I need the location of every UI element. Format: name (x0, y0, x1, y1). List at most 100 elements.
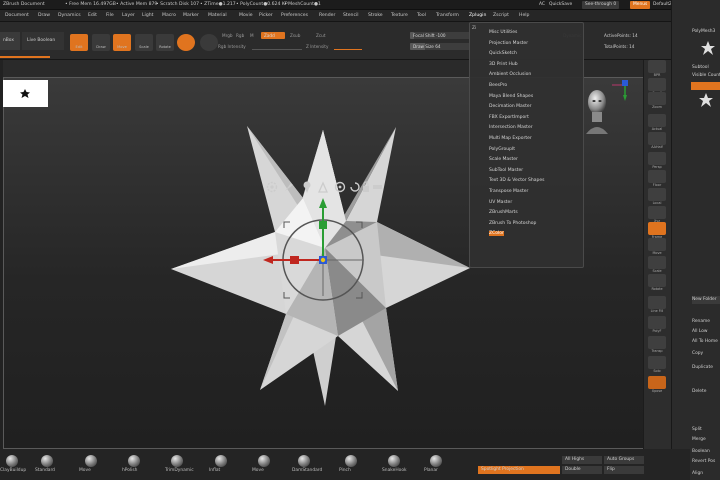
axis-gyro-icon[interactable] (592, 77, 632, 107)
menu-zplugin[interactable]: Zplugin (469, 13, 486, 18)
subtool-header[interactable]: Subtool (692, 64, 709, 72)
brush-move-label[interactable]: Move (79, 468, 91, 473)
tray-align-button[interactable]: Align (692, 470, 703, 478)
shelf-transp-button[interactable] (648, 336, 666, 349)
tray-star-icon[interactable] (700, 40, 716, 56)
brush-inflat-label[interactable]: Inflat (209, 468, 220, 473)
menu-preferences[interactable]: Preferences (281, 13, 308, 18)
menu-file[interactable]: File (106, 13, 114, 18)
shelf-floor-button[interactable] (648, 170, 666, 183)
menu-texture[interactable]: Texture (391, 13, 408, 18)
menu-light[interactable]: Light (142, 13, 153, 18)
brush-trimdynamic-label[interactable]: TrimDynamic (165, 468, 194, 473)
shelf-move-button[interactable] (648, 238, 666, 251)
tray-split-button[interactable]: Split (692, 426, 702, 434)
shelf-scroll-button[interactable] (648, 78, 666, 91)
brush-snakehook-icon[interactable] (388, 455, 400, 467)
tray-all-to-home-button[interactable]: All To Home (692, 338, 718, 346)
menus-button[interactable]: Menus (630, 1, 651, 9)
zplugin-item-polygroupit[interactable]: PolyGroupIt (489, 147, 515, 152)
brush-claybuildup-label[interactable]: ClayBuildup (0, 468, 26, 473)
menu-draw[interactable]: Draw (38, 13, 50, 18)
menu-zscript[interactable]: Zscript (493, 13, 509, 18)
brush-pinch-icon[interactable] (345, 455, 357, 467)
zadd-button[interactable]: Zadd (261, 32, 285, 39)
see-through-slider[interactable]: See-through 0 (582, 1, 620, 9)
brush-hpolish-icon[interactable] (128, 455, 140, 467)
rgb-intensity-slider[interactable]: Rgb Intensity (218, 44, 246, 49)
brush-inflat-icon[interactable] (215, 455, 227, 467)
new-folder-button[interactable]: New Folder (692, 296, 720, 304)
tray-delete-button[interactable]: Delete (692, 388, 706, 396)
zplugin-item-3d-print-hub[interactable]: 3D Print Hub (489, 62, 518, 67)
draw-size-slider[interactable]: Draw Size 64 (410, 43, 470, 50)
menu-material[interactable]: Material (208, 13, 227, 18)
zplugin-item-scale-master[interactable]: Scale Master (489, 157, 518, 162)
tray-all-low-button[interactable]: All Low (692, 328, 708, 336)
rgb-label[interactable]: Rgb (236, 33, 244, 38)
brush-damstandard-label[interactable]: DamStandard (292, 468, 322, 473)
brush-standard-label[interactable]: Standard (35, 468, 55, 473)
texture-sphere-button[interactable] (200, 34, 218, 51)
shelf-xyz-button[interactable] (648, 206, 666, 219)
shelf-xpose-button[interactable] (648, 376, 666, 389)
subtool-star-icon[interactable] (698, 92, 714, 108)
shelf-persp-button[interactable] (648, 152, 666, 165)
zplugin-item-intersection-master[interactable]: Intersection Master (489, 125, 533, 130)
zplugin-item-text-3d-vector-shapes[interactable]: Text 3D & Vector Shapes (489, 178, 544, 183)
brush-standard-icon[interactable] (41, 455, 53, 467)
shelf-scale-button[interactable] (648, 256, 666, 269)
menu-tool[interactable]: Tool (417, 13, 426, 18)
shelf-aahalf-button[interactable] (648, 132, 666, 145)
material-sphere-button[interactable] (177, 34, 195, 51)
zsub-label[interactable]: Zsub (290, 33, 300, 38)
brush-planar-label[interactable]: Planar (424, 468, 438, 473)
zplugin-item-zcolor[interactable]: ZColor (489, 231, 504, 237)
tray-revert-pos-button[interactable]: Revert Pos (692, 458, 715, 466)
tray-rename-button[interactable]: Rename (692, 318, 710, 326)
star-mesh-model[interactable] (160, 118, 490, 408)
menu-help[interactable]: Help (519, 13, 529, 18)
shelf-bpr-button[interactable] (648, 60, 666, 73)
menu-stencil[interactable]: Stencil (343, 13, 359, 18)
double-button[interactable]: Double (562, 466, 602, 474)
all-tags-button[interactable]: All Highs (562, 456, 602, 464)
shelf-rotate-button[interactable] (648, 274, 666, 287)
menu-edit[interactable]: Edit (88, 13, 97, 18)
tray-copy-button[interactable]: Copy (692, 350, 703, 358)
menu-layer[interactable]: Layer (122, 13, 135, 18)
shelf-frame-button[interactable] (648, 222, 666, 235)
shelf-solo-button[interactable] (648, 356, 666, 369)
spotlight-projection-button[interactable]: Spotlight Projection (478, 466, 560, 474)
brush-trimdynamic-icon[interactable] (171, 455, 183, 467)
shelf-line-fill-button[interactable] (648, 296, 666, 309)
tray-duplicate-button[interactable]: Duplicate (692, 364, 713, 372)
quicksave-button[interactable]: QuickSave (546, 1, 575, 9)
tray-merge-button[interactable]: Merge (692, 436, 706, 444)
m-label[interactable]: M (250, 33, 254, 38)
brush-move-label[interactable]: Move (252, 468, 264, 473)
zplugin-item-quicksketch[interactable]: QuickSketch (489, 51, 517, 56)
flip-button[interactable]: Flip (604, 466, 644, 474)
brush-move-icon[interactable] (85, 455, 97, 467)
zplugin-item-ambient-occlusion[interactable]: Ambient Occlusion (489, 72, 531, 77)
zplugin-item-subtool-master[interactable]: SubTool Master (489, 168, 523, 173)
tray-boolean-button[interactable]: Boolean (692, 448, 710, 456)
brush-hpolish-label[interactable]: hPolish (122, 468, 137, 473)
zplugin-item-beespro[interactable]: BeesPro (489, 83, 507, 88)
zplugin-item-zbrushmarts[interactable]: ZBrushMarts (489, 210, 518, 215)
brush-move-icon[interactable] (258, 455, 270, 467)
focal-shift-slider[interactable]: Focal Shift -100 (410, 32, 470, 39)
zplugin-item-maya-blend-shapes[interactable]: Maya Blend Shapes (489, 94, 533, 99)
zplugin-item-transpose-master[interactable]: Transpose Master (489, 189, 528, 194)
zplugin-item-zbrush-to-photoshop[interactable]: ZBrush To Photoshop (489, 221, 536, 226)
gizmo-toolbar[interactable] (265, 180, 383, 194)
shelf-zoom-button[interactable] (648, 92, 666, 105)
mrgb-label[interactable]: Mrgb (222, 33, 233, 38)
z-intensity-slider[interactable]: Z Intensity (306, 44, 328, 49)
zplugin-item-projection-master[interactable]: Projection Master (489, 41, 528, 46)
brush-claybuildup-icon[interactable] (6, 455, 18, 467)
brush-planar-icon[interactable] (430, 455, 442, 467)
brush-snakehook-label[interactable]: SnakeHook (382, 468, 407, 473)
zplugin-item-misc-utilities[interactable]: Misc Utilities (489, 30, 517, 35)
